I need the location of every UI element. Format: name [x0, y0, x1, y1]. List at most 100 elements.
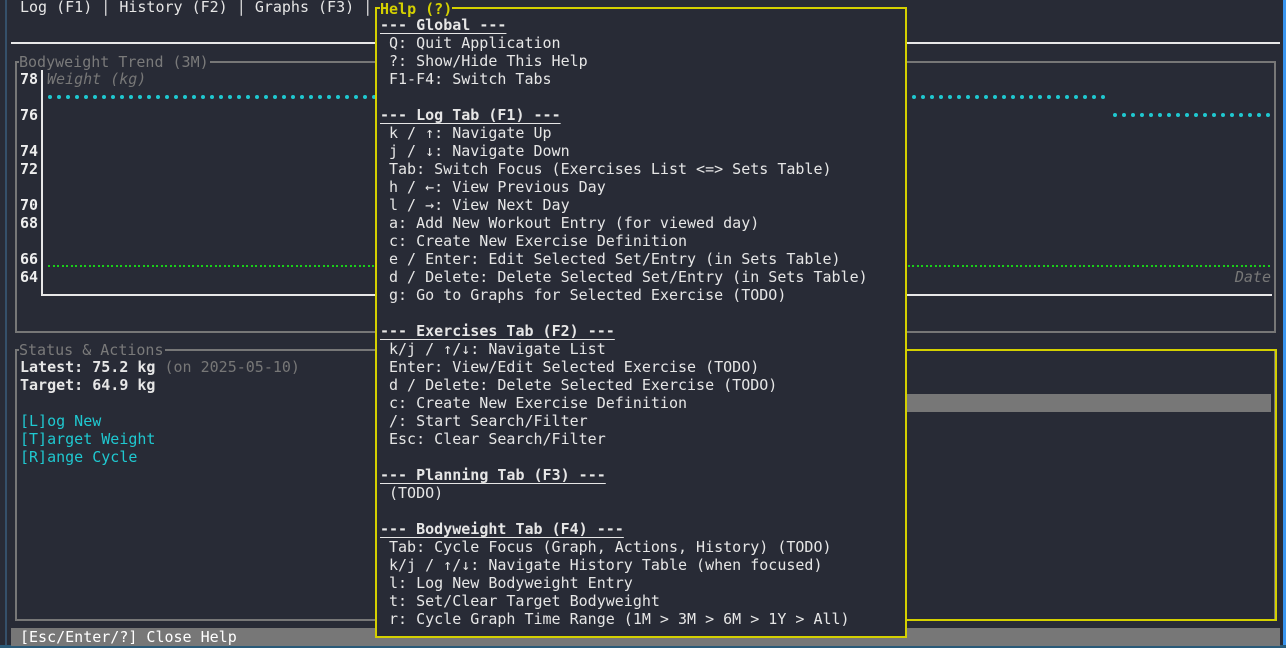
target-line-dot — [98, 265, 100, 267]
target-line-dot — [957, 265, 959, 267]
target-line-dot — [156, 265, 158, 267]
help-section-header: --- Global --- — [380, 16, 507, 34]
footer-text: [Esc/Enter/?] Close Help — [20, 628, 237, 646]
weight-point — [1029, 95, 1033, 99]
weight-point — [183, 95, 187, 99]
help-section-header: --- Exercises Tab (F2) --- — [380, 322, 615, 340]
target-line-dot — [1124, 265, 1126, 267]
target-line-dot — [1155, 265, 1157, 267]
target-line-dot — [1052, 265, 1054, 267]
weight-point — [1047, 95, 1051, 99]
target-line-dot — [66, 265, 68, 267]
status-panel-title: Status & Actions — [19, 341, 165, 359]
latest-value: 75.2 kg — [92, 358, 156, 376]
help-keybinding: d / Delete: Delete Selected Exercise (TO… — [389, 376, 778, 394]
help-popup[interactable]: Help (?) --- Global --- Q: Quit Applicati… — [375, 0, 907, 638]
weight-point — [246, 95, 250, 99]
tab-graphs[interactable]: Graphs (F3) — [255, 0, 354, 16]
target-weight-action[interactable]: [T]arget Weight — [20, 430, 155, 448]
target-line-dot — [1268, 265, 1270, 267]
target-line-dot — [989, 265, 991, 267]
target-line-dot — [350, 265, 352, 267]
target-line-dot — [147, 265, 149, 267]
tab-log[interactable]: Log (F1) — [20, 0, 92, 16]
help-section-header: --- Planning Tab (F3) --- — [380, 466, 606, 484]
target-line-dot — [1205, 265, 1207, 267]
target-line-dot — [1065, 265, 1067, 267]
weight-point — [84, 95, 88, 99]
tab-history[interactable]: History (F2) — [119, 0, 227, 16]
target-line-dot — [62, 265, 64, 267]
target-line-dot — [201, 265, 203, 267]
target-line-dot — [170, 265, 172, 267]
weight-point — [1203, 113, 1207, 117]
help-keybinding: /: Start Search/Filter — [389, 412, 588, 430]
help-keybinding: j / ↓: Navigate Down — [389, 142, 570, 160]
help-keybinding: Esc: Clear Search/Filter — [389, 430, 606, 448]
target-line-dot — [246, 265, 248, 267]
target-line-dot — [296, 265, 298, 267]
target-line-dot — [1056, 265, 1058, 267]
help-keybinding: r: Cycle Graph Time Range (1M > 3M > 6M … — [389, 610, 850, 628]
target-line-dot — [975, 265, 977, 267]
weight-point — [219, 95, 223, 99]
weight-point — [1140, 113, 1144, 117]
weight-point — [948, 95, 952, 99]
target-line-dot — [1254, 265, 1256, 267]
weight-point — [1092, 95, 1096, 99]
target-line-dot — [1263, 265, 1265, 267]
weight-point — [264, 95, 268, 99]
history-selected-row[interactable] — [905, 394, 1271, 412]
target-line-dot — [354, 265, 356, 267]
target-line-dot — [926, 265, 928, 267]
target-line-dot — [188, 265, 190, 267]
target-line-dot — [206, 265, 208, 267]
target-line-dot — [215, 265, 217, 267]
target-line-dot — [966, 265, 968, 267]
target-line-dot — [219, 265, 221, 267]
target-line-dot — [282, 265, 284, 267]
weight-point — [1083, 95, 1087, 99]
help-keybinding: l: Log New Bodyweight Entry — [389, 574, 633, 592]
help-section-header: --- Log Tab (F1) --- — [380, 106, 561, 124]
target-line-dot — [948, 265, 950, 267]
target-line-dot — [980, 265, 982, 267]
target-line-dot — [1133, 265, 1135, 267]
y-tick-label: 66 — [20, 250, 39, 268]
target-line-dot — [287, 265, 289, 267]
weight-point — [273, 95, 277, 99]
y-tick-label: 64 — [20, 268, 39, 286]
help-blank-line — [380, 448, 868, 466]
weight-point — [930, 95, 934, 99]
target-line-dot — [1223, 265, 1225, 267]
target-line-dot — [1079, 265, 1081, 267]
history-panel[interactable] — [895, 349, 1277, 621]
target-line-dot — [53, 265, 55, 267]
target-line-dot — [183, 265, 185, 267]
range-cycle-action[interactable]: [R]ange Cycle — [20, 448, 137, 466]
target-line-dot — [1214, 265, 1216, 267]
tab-separator: │ — [236, 0, 246, 16]
target-line-dot — [1245, 265, 1247, 267]
target-line-dot — [1187, 265, 1189, 267]
target-line-dot — [1061, 265, 1063, 267]
target-line-dot — [255, 265, 257, 267]
target-line-dot — [264, 265, 266, 267]
log-new-action[interactable]: [L]og New — [20, 412, 101, 430]
help-keybinding: k / ↑: Navigate Up — [389, 124, 552, 142]
tab-separator: │ — [101, 0, 111, 16]
weight-point — [300, 95, 304, 99]
weight-point — [192, 95, 196, 99]
weight-point — [345, 95, 349, 99]
target-line-dot — [1020, 265, 1022, 267]
y-tick-label: 78 — [20, 70, 39, 88]
weight-point — [1020, 95, 1024, 99]
weight-point — [327, 95, 331, 99]
weight-point — [354, 95, 358, 99]
weight-point — [309, 95, 313, 99]
weight-point — [1122, 113, 1126, 117]
target-line-dot — [57, 265, 59, 267]
target-line-dot — [1101, 265, 1103, 267]
help-section-header: --- Bodyweight Tab (F4) --- — [380, 520, 624, 538]
target-line-dot — [953, 265, 955, 267]
